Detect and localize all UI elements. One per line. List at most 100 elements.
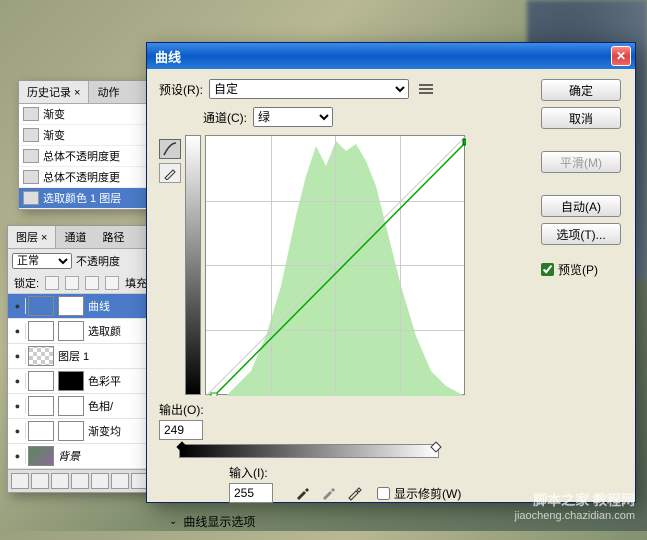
opacity-icon bbox=[23, 170, 39, 184]
layer-name: 曲线 bbox=[88, 298, 110, 314]
visibility-icon[interactable] bbox=[10, 348, 26, 364]
curve-graph[interactable] bbox=[205, 135, 465, 395]
curve-tools bbox=[159, 135, 181, 395]
visibility-icon[interactable] bbox=[10, 298, 26, 314]
layer-thumb bbox=[28, 446, 54, 466]
visibility-icon[interactable] bbox=[10, 398, 26, 414]
layer-style-icon[interactable] bbox=[31, 473, 49, 489]
tab-actions[interactable]: 动作 bbox=[89, 81, 127, 103]
layer-thumb bbox=[28, 321, 54, 341]
layer-thumb bbox=[28, 396, 54, 416]
history-label: 总体不透明度更 bbox=[43, 169, 120, 185]
close-button[interactable]: ✕ bbox=[611, 46, 631, 66]
dialog-left: 预设(R): 自定 通道(C): 绿 bbox=[159, 79, 531, 530]
channel-select[interactable]: 绿 bbox=[253, 107, 333, 127]
disclosure-label: 曲线显示选项 bbox=[183, 513, 255, 530]
input-row: 输入(I): bbox=[159, 464, 531, 481]
show-clipping-checkbox[interactable]: 显示修剪(W) bbox=[377, 485, 461, 502]
preset-row: 预设(R): 自定 bbox=[159, 79, 531, 99]
gradient-icon bbox=[23, 128, 39, 142]
tab-channels[interactable]: 通道 bbox=[56, 226, 94, 248]
visibility-icon[interactable] bbox=[10, 323, 26, 339]
curves-dialog: 曲线 ✕ 预设(R): 自定 通道(C): 绿 bbox=[146, 42, 636, 503]
show-clipping-input[interactable] bbox=[377, 487, 390, 500]
preview-checkbox[interactable]: 预览(P) bbox=[541, 261, 623, 278]
output-gradient bbox=[185, 135, 201, 395]
watermark-title: 脚本之家 教程网 bbox=[515, 491, 635, 509]
layer-thumb bbox=[28, 371, 54, 391]
history-item-selected[interactable]: 选取颜色 1 图层 bbox=[19, 188, 155, 209]
channel-label: 通道(C): bbox=[203, 109, 247, 126]
layer-mask-icon[interactable] bbox=[51, 473, 69, 489]
preview-label: 预览(P) bbox=[558, 261, 598, 278]
input-gradient[interactable] bbox=[179, 444, 439, 458]
dialog-titlebar[interactable]: 曲线 ✕ bbox=[147, 43, 635, 69]
group-icon[interactable] bbox=[91, 473, 109, 489]
lock-all-icon[interactable] bbox=[105, 276, 119, 290]
cancel-button[interactable]: 取消 bbox=[541, 107, 621, 129]
lock-label: 锁定: bbox=[14, 275, 39, 291]
history-item[interactable]: 总体不透明度更 bbox=[19, 146, 155, 167]
lock-pixels-icon[interactable] bbox=[65, 276, 79, 290]
layer-thumb bbox=[28, 421, 54, 441]
curve-point-tool[interactable] bbox=[159, 139, 181, 159]
curve-pencil-tool[interactable] bbox=[159, 163, 181, 183]
eyedroppers bbox=[293, 484, 363, 502]
blend-mode-select[interactable]: 正常 bbox=[12, 253, 72, 269]
tab-layers[interactable]: 图层 × bbox=[8, 226, 56, 248]
output-input[interactable] bbox=[159, 420, 203, 440]
watermark-url: jiaocheng.chazidian.com bbox=[515, 509, 635, 523]
options-button[interactable]: 选项(T)... bbox=[541, 223, 621, 245]
white-eyedropper-icon[interactable] bbox=[345, 484, 363, 502]
preview-input[interactable] bbox=[541, 263, 554, 276]
channel-row: 通道(C): 绿 bbox=[159, 107, 531, 127]
preset-select[interactable]: 自定 bbox=[209, 79, 409, 99]
lock-position-icon[interactable] bbox=[85, 276, 99, 290]
disclosure-arrow-icon: ⌄ bbox=[169, 516, 177, 527]
auto-button[interactable]: 自动(A) bbox=[541, 195, 621, 217]
white-point-slider[interactable] bbox=[430, 441, 441, 452]
dialog-title: 曲线 bbox=[151, 47, 611, 66]
opacity-icon bbox=[23, 149, 39, 163]
fill-label: 填充 bbox=[125, 275, 147, 291]
visibility-icon[interactable] bbox=[10, 373, 26, 389]
input-input[interactable] bbox=[229, 483, 273, 503]
history-item[interactable]: 总体不透明度更 bbox=[19, 167, 155, 188]
visibility-icon[interactable] bbox=[10, 423, 26, 439]
dialog-buttons: 确定 取消 平滑(M) 自动(A) 选项(T)... 预览(P) bbox=[541, 79, 623, 530]
show-clipping-label: 显示修剪(W) bbox=[394, 485, 461, 502]
mask-thumb bbox=[58, 396, 84, 416]
watermark: 脚本之家 教程网 jiaocheng.chazidian.com bbox=[515, 491, 635, 523]
lock-transparency-icon[interactable] bbox=[45, 276, 59, 290]
tab-history[interactable]: 历史记录 × bbox=[19, 81, 89, 103]
visibility-icon[interactable] bbox=[10, 448, 26, 464]
layer-name: 色彩平 bbox=[88, 373, 121, 389]
curve-area bbox=[159, 135, 531, 395]
mask-thumb bbox=[58, 296, 84, 316]
layer-name: 图层 1 bbox=[58, 348, 89, 364]
new-layer-icon[interactable] bbox=[111, 473, 129, 489]
adjustment-layer-icon[interactable] bbox=[71, 473, 89, 489]
tab-paths[interactable]: 路径 bbox=[94, 226, 132, 248]
gradient-icon bbox=[23, 107, 39, 121]
link-layers-icon[interactable] bbox=[11, 473, 29, 489]
history-item[interactable]: 渐变 bbox=[19, 125, 155, 146]
input-label: 输入(I): bbox=[229, 464, 268, 481]
curve-display-options[interactable]: ⌄ 曲线显示选项 bbox=[159, 513, 531, 530]
history-item[interactable]: 渐变 bbox=[19, 104, 155, 125]
opacity-label: 不透明度 bbox=[76, 253, 120, 269]
history-tabs: 历史记录 × 动作 bbox=[19, 81, 155, 104]
preset-menu-icon[interactable] bbox=[419, 82, 437, 96]
mask-thumb bbox=[58, 371, 84, 391]
mask-thumb bbox=[58, 421, 84, 441]
ok-button[interactable]: 确定 bbox=[541, 79, 621, 101]
layer-thumb bbox=[28, 296, 54, 316]
gray-eyedropper-icon[interactable] bbox=[319, 484, 337, 502]
layer-name: 选取颜 bbox=[88, 323, 121, 339]
curve-line bbox=[206, 136, 466, 396]
history-label: 渐变 bbox=[43, 127, 65, 143]
layer-name: 背景 bbox=[58, 448, 80, 464]
black-eyedropper-icon[interactable] bbox=[293, 484, 311, 502]
history-label: 渐变 bbox=[43, 106, 65, 122]
black-point-slider[interactable] bbox=[176, 441, 187, 452]
